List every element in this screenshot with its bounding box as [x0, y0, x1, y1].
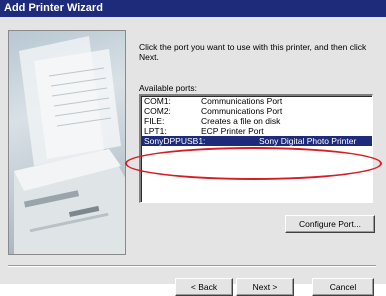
add-printer-wizard-window: Add Printer Wizard Click the port you wa…: [0, 0, 386, 296]
port-description: Creates a file on disk: [201, 116, 281, 126]
port-row[interactable]: LPT1: ECP Printer Port: [141, 126, 372, 136]
back-button[interactable]: < Back: [175, 278, 233, 296]
port-row[interactable]: COM2: Communications Port: [141, 106, 372, 116]
instruction-text: Click the port you want to use with this…: [139, 42, 367, 62]
port-description: Communications Port: [201, 106, 283, 116]
button-separator: [8, 265, 376, 267]
cancel-button[interactable]: Cancel: [312, 278, 374, 296]
port-name: LPT1:: [144, 126, 167, 136]
cancel-label: Cancel: [329, 281, 357, 292]
port-row[interactable]: COM1: Communications Port: [141, 96, 372, 106]
port-description: Communications Port: [201, 96, 283, 106]
configure-port-label: Configure Port...: [299, 218, 361, 229]
port-description: ECP Printer Port: [201, 126, 264, 136]
back-label: < Back: [190, 281, 218, 292]
available-ports-label: Available ports:: [139, 83, 197, 93]
configure-port-button[interactable]: Configure Port...: [285, 215, 375, 233]
next-button[interactable]: Next >: [236, 278, 294, 296]
port-name: COM2:: [144, 106, 171, 116]
port-name: COM1:: [144, 96, 171, 106]
port-description: Sony Digital Photo Printer: [259, 136, 357, 146]
port-row-selected[interactable]: SonyDPPUSB1: Sony Digital Photo Printer: [141, 136, 372, 146]
printer-image: [14, 36, 125, 254]
window-title: Add Printer Wizard: [4, 2, 103, 14]
highlight-annotation-oval: [125, 147, 382, 180]
port-name: SonyDPPUSB1:: [144, 136, 206, 146]
printer-illustration: [8, 30, 126, 255]
wizard-body: Click the port you want to use with this…: [0, 17, 386, 296]
port-row[interactable]: FILE: Creates a file on disk: [141, 116, 372, 126]
title-bar[interactable]: Add Printer Wizard: [0, 0, 386, 17]
next-label: Next >: [252, 281, 278, 292]
port-name: FILE:: [144, 116, 165, 126]
